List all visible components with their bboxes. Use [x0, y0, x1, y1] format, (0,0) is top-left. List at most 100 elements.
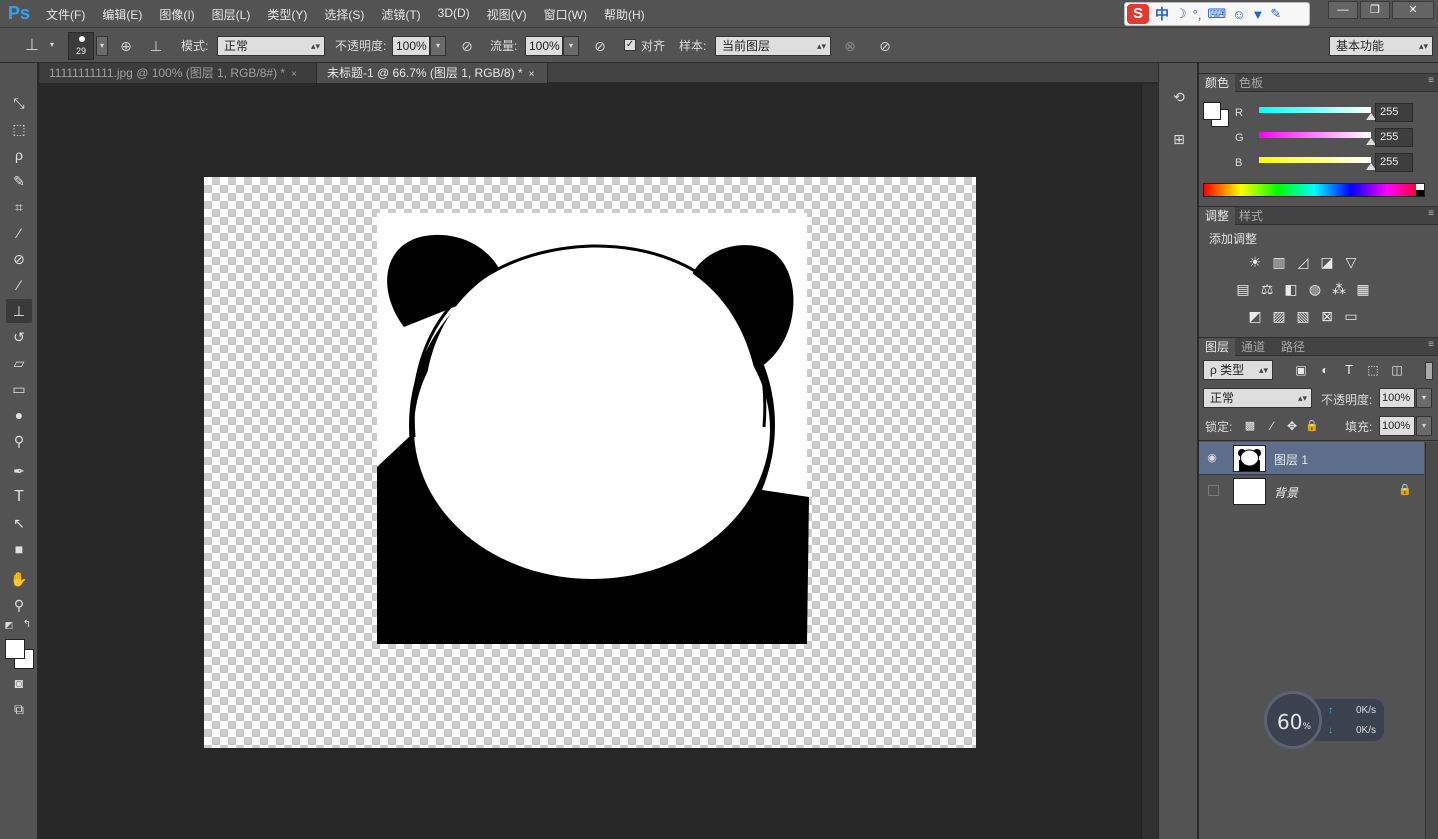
- swap-colors-icon[interactable]: ↰: [20, 619, 34, 631]
- clone-source-icon[interactable]: ⊥: [146, 36, 166, 56]
- slider-track[interactable]: [1259, 107, 1371, 113]
- clone-stamp-tool-icon[interactable]: ⊥: [22, 36, 42, 56]
- tab-channels[interactable]: 通道: [1235, 338, 1271, 356]
- menu-edit[interactable]: 编辑(E): [102, 6, 142, 23]
- canvas-workspace[interactable]: [39, 84, 1141, 839]
- crop-tool-icon[interactable]: ⌗: [6, 195, 32, 219]
- black-swatch[interactable]: [1416, 190, 1424, 196]
- menu-view[interactable]: 视图(V): [487, 6, 527, 23]
- aligned-checkbox[interactable]: ✓: [624, 39, 636, 51]
- filter-toggle[interactable]: [1425, 362, 1433, 380]
- blend-mode-select[interactable]: 正常 ▴▾: [1203, 388, 1312, 408]
- layer-opacity-dropdown-icon[interactable]: ▾: [1416, 388, 1432, 408]
- curves-icon[interactable]: ◿: [1294, 254, 1312, 270]
- brush-panel-icon[interactable]: ⊕: [116, 36, 136, 56]
- channel-value[interactable]: 255: [1375, 103, 1413, 122]
- eraser-tool-icon[interactable]: ▱: [6, 351, 32, 375]
- invert-icon[interactable]: ◩: [1246, 308, 1264, 324]
- fill-input[interactable]: 100%: [1379, 416, 1415, 436]
- layer-row-background[interactable]: 背景 🔒: [1199, 474, 1424, 506]
- tool-preset-dropdown-icon[interactable]: ▾: [44, 36, 60, 56]
- document-canvas[interactable]: [204, 177, 976, 748]
- dodge-tool-icon[interactable]: ⚲: [6, 429, 32, 453]
- menu-file[interactable]: 文件(F): [46, 6, 85, 23]
- filter-adjustment-icon[interactable]: ◐: [1316, 362, 1334, 378]
- exposure-icon[interactable]: ◪: [1318, 254, 1336, 270]
- tab-adjustments[interactable]: 调整: [1199, 207, 1236, 225]
- eyedropper-tool-icon[interactable]: ⁄: [6, 221, 32, 245]
- move-tool-icon[interactable]: ⤡: [6, 91, 32, 115]
- brush-tool-icon[interactable]: ∕: [6, 273, 32, 297]
- tab-swatches[interactable]: 色板: [1233, 74, 1269, 92]
- layer-name[interactable]: 背景: [1274, 484, 1298, 501]
- lock-position-icon[interactable]: ✥: [1283, 418, 1301, 434]
- tab-styles[interactable]: 样式: [1233, 207, 1269, 225]
- layer-filter-select[interactable]: ρ 类型 ▴▾: [1203, 360, 1273, 380]
- flow-input[interactable]: 100%: [525, 36, 563, 56]
- layer-row-layer-1[interactable]: ◉ 图层 1: [1199, 442, 1424, 474]
- blur-tool-icon[interactable]: ●: [6, 403, 32, 427]
- close-button[interactable]: ✕: [1392, 1, 1434, 19]
- keyboard-icon[interactable]: ⌨: [1207, 6, 1226, 22]
- ime-mode-label[interactable]: 中: [1155, 4, 1169, 24]
- clone-stamp-tool-icon[interactable]: ⊥: [6, 299, 32, 323]
- quick-selection-tool-icon[interactable]: ✎: [6, 169, 32, 193]
- color-spectrum-bar[interactable]: [1203, 183, 1425, 197]
- threshold-icon[interactable]: ▧: [1294, 308, 1312, 324]
- properties-panel-icon[interactable]: ⊞: [1169, 129, 1189, 149]
- tab-document-1[interactable]: 11111111111.jpg @ 100% (图层 1, RGB/8#) * ×: [39, 63, 317, 83]
- layer-name[interactable]: 图层 1: [1274, 451, 1308, 468]
- user-icon[interactable]: ☺: [1232, 7, 1245, 22]
- channel-mixer-icon[interactable]: ⁂: [1330, 281, 1348, 297]
- ignore-adjustment-icon[interactable]: ⊗: [840, 36, 860, 56]
- network-speed-widget[interactable]: ↑ 0K/s ↓ 0K/s 60%: [1264, 691, 1384, 749]
- wrench-icon[interactable]: ✎: [1270, 6, 1281, 22]
- channel-value[interactable]: 255: [1375, 153, 1413, 172]
- fill-dropdown-icon[interactable]: ▾: [1416, 416, 1432, 436]
- gradient-map-icon[interactable]: ▭: [1342, 308, 1360, 324]
- tab-document-2[interactable]: 未标题-1 @ 66.7% (图层 1, RGB/8) * ×: [317, 63, 548, 83]
- default-colors-icon[interactable]: ◩: [2, 619, 16, 631]
- minimize-button[interactable]: —: [1328, 1, 1358, 19]
- tab-color[interactable]: 颜色: [1199, 74, 1236, 92]
- tab-paths[interactable]: 路径: [1275, 338, 1311, 356]
- path-selection-tool-icon[interactable]: ↖: [6, 511, 32, 535]
- levels-icon[interactable]: ▥: [1270, 254, 1288, 270]
- gradient-tool-icon[interactable]: ▭: [6, 377, 32, 401]
- flow-dropdown-icon[interactable]: ▾: [563, 36, 579, 56]
- lock-transparent-icon[interactable]: ▩: [1241, 418, 1259, 434]
- history-brush-tool-icon[interactable]: ↺: [6, 325, 32, 349]
- selective-color-icon[interactable]: ⊠: [1318, 308, 1336, 324]
- vibrance-icon[interactable]: ▽: [1342, 254, 1360, 270]
- type-tool-icon[interactable]: T: [6, 485, 32, 509]
- layer-opacity-input[interactable]: 100%: [1379, 388, 1415, 408]
- vertical-scrollbar[interactable]: [1141, 84, 1158, 839]
- moon-icon[interactable]: ☽: [1175, 6, 1187, 22]
- menu-filter[interactable]: 滤镜(T): [381, 6, 420, 23]
- panel-menu-icon[interactable]: ≡: [1428, 75, 1434, 86]
- photo-filter-icon[interactable]: ◍: [1306, 281, 1324, 297]
- menu-window[interactable]: 窗口(W): [544, 6, 587, 23]
- sample-select[interactable]: 当前图层 ▴▾: [715, 36, 831, 56]
- menu-help[interactable]: 帮助(H): [604, 6, 645, 23]
- close-icon[interactable]: ×: [529, 69, 535, 80]
- pressure-size-icon[interactable]: ⊘: [875, 36, 895, 56]
- foreground-color-swatch[interactable]: [5, 639, 25, 659]
- workspace-select[interactable]: 基本功能 ▴▾: [1329, 36, 1433, 56]
- hue-saturation-icon[interactable]: ▤: [1234, 281, 1252, 297]
- lock-image-icon[interactable]: ∕: [1263, 418, 1281, 434]
- filter-shape-icon[interactable]: ⬚: [1364, 362, 1382, 378]
- menu-image[interactable]: 图像(I): [159, 6, 194, 23]
- menu-select[interactable]: 选择(S): [324, 6, 364, 23]
- quick-mask-icon[interactable]: ◙: [6, 671, 32, 695]
- shirt-icon[interactable]: ▼: [1252, 7, 1265, 22]
- hand-tool-icon[interactable]: ✋: [6, 567, 32, 591]
- layers-scrollbar[interactable]: [1425, 442, 1438, 839]
- rectangle-tool-icon[interactable]: ■: [6, 537, 32, 561]
- sogou-logo-icon[interactable]: S: [1127, 4, 1149, 24]
- slider-track[interactable]: [1259, 157, 1371, 163]
- airbrush-icon[interactable]: ⊘: [590, 36, 610, 56]
- restore-button[interactable]: ❐: [1360, 1, 1390, 19]
- brightness-contrast-icon[interactable]: ☀: [1246, 254, 1264, 270]
- black-white-icon[interactable]: ◧: [1282, 281, 1300, 297]
